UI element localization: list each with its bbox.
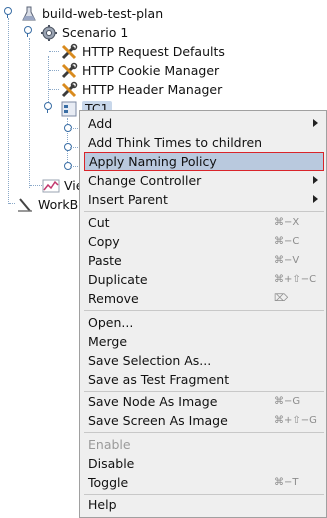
menu-shortcut: ⌘−X xyxy=(274,217,300,228)
tree-node-scenario[interactable]: Scenario 1 xyxy=(24,23,128,42)
menu-item-save-node-as-image[interactable]: Save Node As Image ⌘−G xyxy=(84,392,324,411)
menu-shortcut: ⌘−C xyxy=(274,236,300,247)
menu-item-change-controller[interactable]: Change Controller xyxy=(84,171,324,190)
expand-handle-icon[interactable] xyxy=(4,6,12,18)
wrench-screwdriver-icon xyxy=(60,81,78,99)
tree-guide xyxy=(9,203,15,204)
tree-node-workbench[interactable]: WorkBe xyxy=(16,195,86,214)
menu-item-label: Toggle xyxy=(88,475,129,490)
submenu-arrow-icon xyxy=(313,176,318,184)
menu-item-label: Copy xyxy=(88,234,120,249)
menu-item-label: Cut xyxy=(88,215,110,230)
menu-item-duplicate[interactable]: Duplicate ⌘+⇧−C xyxy=(84,270,324,289)
wrench-screwdriver-icon xyxy=(60,43,78,61)
menu-item-label: Apply Naming Policy xyxy=(89,154,217,169)
menu-separator xyxy=(84,432,324,433)
menu-shortcut: ⌘+⇧−G xyxy=(274,415,317,426)
tree-guide xyxy=(8,18,9,204)
tree-node-http-header-manager[interactable]: HTTP Header Manager xyxy=(60,80,222,99)
menu-shortcut: ⌘−G xyxy=(274,396,301,407)
menu-item-label: Save Screen As Image xyxy=(88,413,228,428)
menu-item-label: Paste xyxy=(88,253,122,268)
menu-item-label: Open... xyxy=(88,315,134,330)
menu-item-label: Remove xyxy=(88,291,139,306)
workbench-icon xyxy=(16,196,34,214)
menu-item-add-think-times[interactable]: Add Think Times to children xyxy=(84,133,324,152)
item-label: HTTP Header Manager xyxy=(82,82,223,97)
menu-item-save-as-test-fragment[interactable]: Save as Test Fragment xyxy=(84,370,324,389)
menu-shortcut: ⌘+⇧−C xyxy=(274,274,317,285)
submenu-arrow-icon xyxy=(313,195,318,203)
root-label: build-web-test-plan xyxy=(42,6,164,21)
menu-item-label: Duplicate xyxy=(88,272,148,287)
item-label: HTTP Request Defaults xyxy=(82,44,225,59)
menu-item-enable: Enable xyxy=(84,435,324,454)
tree-guide xyxy=(29,38,30,188)
scenario-label: Scenario 1 xyxy=(62,25,129,40)
expand-handle-icon[interactable] xyxy=(24,25,32,37)
expand-handle-icon[interactable] xyxy=(44,101,52,113)
menu-item-label: Save Node As Image xyxy=(88,394,218,409)
menu-item-label: Save as Test Fragment xyxy=(88,372,230,387)
tree-guide xyxy=(70,147,78,148)
menu-item-disable[interactable]: Disable xyxy=(84,454,324,473)
menu-item-label: Help xyxy=(88,497,117,512)
menu-item-label: Add Think Times to children xyxy=(88,135,263,150)
menu-item-label: Enable xyxy=(88,437,131,452)
tree-guide xyxy=(49,89,59,90)
tree-node-http-cookie-manager[interactable]: HTTP Cookie Manager xyxy=(60,61,219,80)
menu-item-add[interactable]: Add xyxy=(84,114,324,133)
menu-item-toggle[interactable]: Toggle ⌘−T xyxy=(84,473,324,492)
menu-item-copy[interactable]: Copy ⌘−C xyxy=(84,232,324,251)
menu-item-help[interactable]: Help xyxy=(84,495,324,514)
menu-item-label: Change Controller xyxy=(88,173,202,188)
tree-guide xyxy=(70,166,78,167)
menu-item-cut[interactable]: Cut ⌘−X xyxy=(84,213,324,232)
tree-node-http-request-defaults[interactable]: HTTP Request Defaults xyxy=(60,42,225,61)
tree-guide xyxy=(70,128,78,129)
tree-guide xyxy=(49,51,59,52)
tree-guide xyxy=(30,185,42,186)
context-menu: Add Add Think Times to children Apply Na… xyxy=(79,110,327,518)
menu-item-label: Merge xyxy=(88,334,128,349)
tree-node-root[interactable]: build-web-test-plan xyxy=(4,4,163,23)
menu-item-merge[interactable]: Merge xyxy=(84,332,324,351)
menu-item-apply-naming-policy[interactable]: Apply Naming Policy xyxy=(84,152,324,171)
tree-node-view-results[interactable]: Vie xyxy=(42,176,83,195)
submenu-arrow-icon xyxy=(313,119,318,127)
flask-icon xyxy=(20,5,38,23)
menu-shortcut: ⌦ xyxy=(274,293,289,304)
menu-item-open[interactable]: Open... xyxy=(84,313,324,332)
gear-icon xyxy=(40,24,58,42)
menu-shortcut: ⌘−V xyxy=(274,255,300,266)
graph-icon xyxy=(42,177,60,195)
menu-item-label: Save Selection As... xyxy=(88,353,212,368)
menu-separator xyxy=(84,211,324,212)
menu-item-label: Insert Parent xyxy=(88,192,168,207)
menu-item-save-screen-as-image[interactable]: Save Screen As Image ⌘+⇧−G xyxy=(84,411,324,430)
menu-item-label: Add xyxy=(88,116,113,131)
menu-item-save-selection-as[interactable]: Save Selection As... xyxy=(84,351,324,370)
menu-item-insert-parent[interactable]: Insert Parent xyxy=(84,190,324,209)
transaction-controller-icon xyxy=(60,100,78,118)
item-label: HTTP Cookie Manager xyxy=(82,63,220,78)
wrench-screwdriver-icon xyxy=(60,62,78,80)
menu-shortcut: ⌘−T xyxy=(274,477,299,488)
menu-item-label: Disable xyxy=(88,456,135,471)
menu-separator xyxy=(84,310,324,311)
menu-item-remove[interactable]: Remove ⌦ xyxy=(84,289,324,308)
menu-item-paste[interactable]: Paste ⌘−V xyxy=(84,251,324,270)
tree-guide xyxy=(49,70,59,71)
